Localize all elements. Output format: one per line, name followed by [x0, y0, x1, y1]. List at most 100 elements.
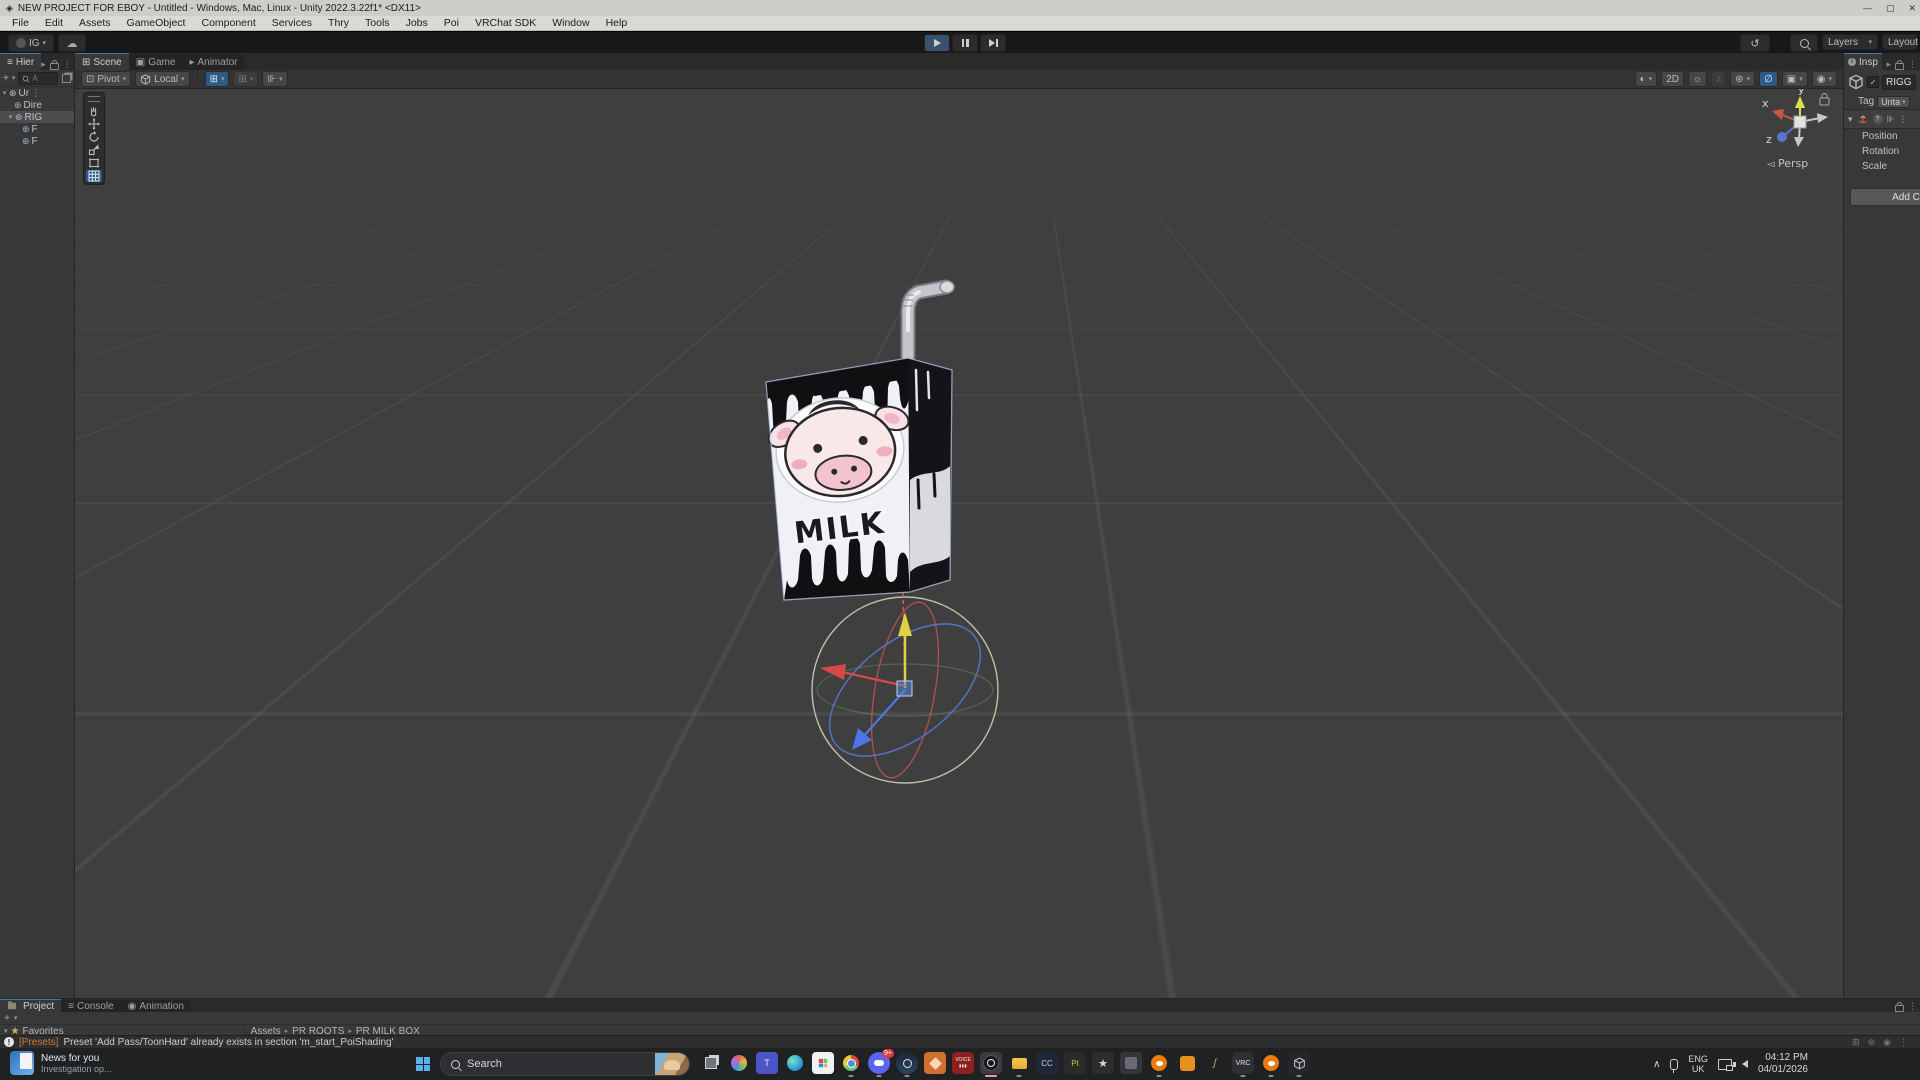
- transform-scale-row[interactable]: Scale: [1844, 159, 1920, 174]
- menu-window[interactable]: Window: [544, 17, 597, 29]
- task-view-icon[interactable]: [700, 1052, 722, 1074]
- discord-icon[interactable]: 9+: [868, 1052, 890, 1074]
- local-dropdown[interactable]: Local ▾: [135, 71, 189, 87]
- tray-chevron-icon[interactable]: ∧: [1653, 1059, 1660, 1070]
- star-app-icon[interactable]: ★: [1092, 1052, 1114, 1074]
- gameobject-cube-icon[interactable]: [1848, 74, 1864, 90]
- foldout-icon[interactable]: ▾: [0, 89, 9, 97]
- kebab-menu-icon[interactable]: ⋮: [1898, 114, 1907, 125]
- search-highlight-image[interactable]: [655, 1053, 689, 1075]
- hierarchy-row-scene[interactable]: ▾ ⊛ Ur ⋮: [0, 87, 74, 99]
- increment-snap-dropdown[interactable]: ⊪ ▾: [262, 71, 287, 87]
- obs-icon[interactable]: [980, 1052, 1002, 1074]
- tab-inspector[interactable]: i Insp: [1844, 53, 1882, 70]
- orange-app-icon[interactable]: [1176, 1052, 1198, 1074]
- menu-file[interactable]: File: [4, 17, 37, 29]
- move-tool[interactable]: [86, 118, 102, 130]
- steam-icon[interactable]: [896, 1052, 918, 1074]
- status-bar[interactable]: ! [Presets] Preset 'Add Pass/ToonHard' a…: [0, 1035, 1920, 1048]
- minimize-button[interactable]: —: [1863, 3, 1872, 13]
- transform-position-row[interactable]: Position: [1844, 129, 1920, 144]
- taskbar-search[interactable]: Search: [440, 1052, 690, 1076]
- view-hand-tool[interactable]: [86, 105, 102, 117]
- create-button[interactable]: +: [3, 73, 9, 84]
- step-button[interactable]: [980, 34, 1006, 52]
- tag-dropdown[interactable]: Unta ▾: [1877, 96, 1910, 108]
- script-app-icon[interactable]: ʃ: [1204, 1052, 1226, 1074]
- menu-services[interactable]: Services: [264, 17, 320, 29]
- blender2-icon[interactable]: [1260, 1052, 1282, 1074]
- photo-app-icon[interactable]: [1120, 1052, 1142, 1074]
- lighting-toggle[interactable]: ☼: [1688, 71, 1707, 87]
- teams-icon[interactable]: T: [756, 1052, 778, 1074]
- foldout-icon[interactable]: ▾: [6, 113, 15, 121]
- tab-hierarchy[interactable]: ≡ Hier: [0, 53, 41, 70]
- tab-scene[interactable]: ⊞ Scene: [75, 53, 129, 70]
- tab-game[interactable]: ▣ Game: [129, 54, 183, 70]
- paint-app-icon[interactable]: [924, 1052, 946, 1074]
- kebab-menu-icon[interactable]: ⋮: [63, 59, 72, 70]
- edge-icon[interactable]: [784, 1052, 806, 1074]
- snap-toggle[interactable]: ⊞ ▾: [233, 71, 258, 87]
- substance-painter-icon[interactable]: Pt: [1064, 1052, 1086, 1074]
- chrome-icon[interactable]: [840, 1052, 862, 1074]
- expand-icon[interactable]: ▸: [1886, 59, 1891, 70]
- clock[interactable]: 04:12 PM 04/01/2026: [1758, 1052, 1808, 1076]
- undo-history-button[interactable]: ↺: [1740, 34, 1770, 52]
- taskbar-widget[interactable]: News for you Investigation op...: [10, 1051, 112, 1075]
- create-asset-button[interactable]: +: [4, 1013, 10, 1024]
- creative-cloud-icon[interactable]: CC: [1036, 1052, 1058, 1074]
- 2d-toggle[interactable]: 2D: [1661, 71, 1684, 87]
- menu-poi[interactable]: Poi: [436, 17, 467, 29]
- kebab-menu-icon[interactable]: ⋮: [31, 88, 41, 99]
- pivot-dropdown[interactable]: ⊡ Pivot ▾: [81, 71, 131, 87]
- vrc-companion-icon[interactable]: VRC: [1232, 1052, 1254, 1074]
- menu-edit[interactable]: Edit: [37, 17, 71, 29]
- transform-component-header[interactable]: ▾ ? ⊪ ⋮: [1844, 109, 1920, 129]
- hierarchy-search-input[interactable]: A: [18, 72, 58, 85]
- grid-snap-toggle[interactable]: ⊞ ▾: [205, 71, 230, 87]
- maximize-button[interactable]: ▢: [1886, 3, 1895, 14]
- menu-assets[interactable]: Assets: [71, 17, 119, 29]
- lock-icon[interactable]: [1895, 1005, 1904, 1012]
- layers-dropdown[interactable]: Layers ▾: [1822, 34, 1878, 50]
- global-search-button[interactable]: [1790, 34, 1818, 52]
- microphone-icon[interactable]: [1670, 1059, 1678, 1070]
- foldout-icon[interactable]: ▾: [4, 1027, 8, 1035]
- copilot-icon[interactable]: [728, 1052, 750, 1074]
- window-stack-icon[interactable]: [62, 74, 71, 83]
- layout-dropdown[interactable]: Layout ▾: [1882, 34, 1918, 50]
- tab-console[interactable]: ≡ Console: [61, 1000, 121, 1012]
- lock-icon[interactable]: [1895, 63, 1904, 70]
- scale-tool[interactable]: [86, 144, 102, 156]
- status-icon-1[interactable]: ⊞: [1852, 1037, 1860, 1048]
- menu-tools[interactable]: Tools: [357, 17, 398, 29]
- camera-dropdown[interactable]: ▣ ▾: [1782, 71, 1808, 87]
- kebab-menu-icon[interactable]: ⋮: [1908, 59, 1917, 70]
- menu-component[interactable]: Component: [193, 17, 263, 29]
- menu-jobs[interactable]: Jobs: [398, 17, 436, 29]
- hierarchy-row-child1[interactable]: ⊛ F: [0, 123, 74, 135]
- cloud-services-button[interactable]: ☁: [58, 34, 86, 52]
- ms-store-icon[interactable]: [812, 1052, 834, 1074]
- add-component-button[interactable]: Add C: [1850, 188, 1920, 206]
- drag-handle[interactable]: [88, 96, 100, 102]
- unity-hub-icon[interactable]: [1288, 1052, 1310, 1074]
- gizmos-dropdown[interactable]: ◉ ▾: [1812, 71, 1837, 87]
- menu-thry[interactable]: Thry: [320, 17, 357, 29]
- active-checkbox[interactable]: ✓: [1867, 76, 1879, 88]
- status-icon-3[interactable]: ◉: [1883, 1037, 1891, 1048]
- blender-icon[interactable]: [1148, 1052, 1170, 1074]
- menu-vrchat-sdk[interactable]: VRChat SDK: [467, 17, 544, 29]
- lock-icon[interactable]: [50, 63, 59, 70]
- voicemeeter-icon[interactable]: VOICE▮▮▮: [952, 1052, 974, 1074]
- start-button[interactable]: [412, 1053, 434, 1075]
- foldout-icon[interactable]: ▾: [1848, 114, 1853, 125]
- hierarchy-row-directional-light[interactable]: ⊛ Dire: [0, 99, 74, 111]
- presets-icon[interactable]: ⊪: [1887, 114, 1895, 125]
- help-icon[interactable]: ?: [1873, 114, 1883, 124]
- gameobject-name-field[interactable]: RIGG: [1882, 75, 1916, 90]
- file-explorer-icon[interactable]: [1008, 1052, 1030, 1074]
- menu-gameobject[interactable]: GameObject: [119, 17, 194, 29]
- status-icon-4[interactable]: ⋮: [1899, 1037, 1908, 1048]
